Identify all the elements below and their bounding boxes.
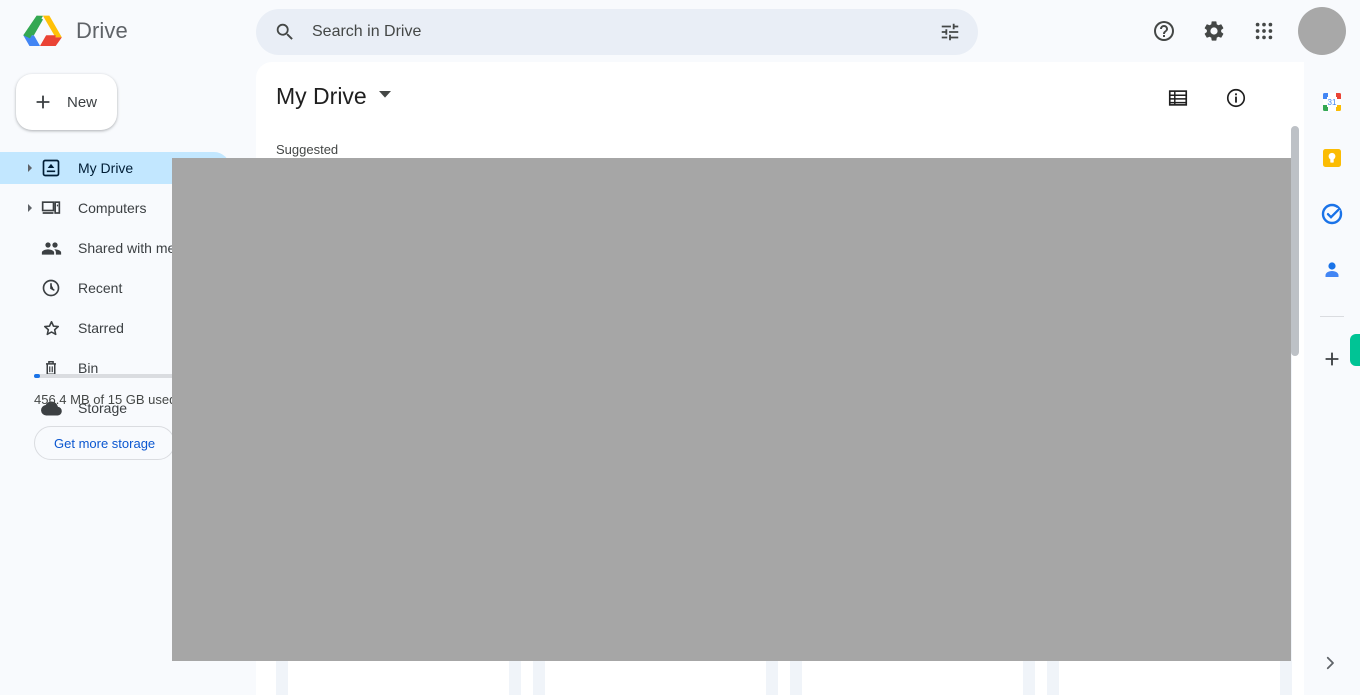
list-view-icon — [1168, 90, 1188, 106]
sidebar-item-label: My Drive — [78, 160, 134, 176]
thumb-table-cell — [959, 263, 1005, 283]
main-header: My Drive — [256, 62, 1304, 130]
google-drive-app: Drive Search in Drive New My Drive Compu… — [0, 0, 1360, 695]
thumb-text-line: Spreadsheet data row* — [358, 266, 414, 272]
thumb-table-cell — [1216, 263, 1262, 283]
thumb-table-cell: Aadhaar Number — [1084, 263, 1216, 283]
list-view-button[interactable] — [1156, 76, 1200, 120]
storage-progress-fill — [34, 374, 40, 378]
google-keep-icon — [1323, 149, 1341, 167]
clock-icon — [40, 277, 62, 299]
search-input[interactable] — [312, 23, 930, 41]
tune-filter-icon — [941, 23, 959, 41]
computer-icon — [40, 197, 62, 219]
brand-area[interactable]: Drive — [0, 13, 240, 49]
file-card[interactable]: Spreadsheet data row* — [276, 238, 521, 695]
file-card[interactable]: Aadhaar Number — [790, 238, 1035, 695]
thumb-table-cell: Aadhaar Number — [827, 263, 959, 283]
get-more-storage-button[interactable]: Get more storage — [34, 426, 176, 460]
google-drive-logo — [23, 15, 62, 46]
sidebar-item-starred[interactable]: Starred — [0, 312, 230, 344]
plus-icon — [1325, 352, 1339, 366]
google-tasks-button[interactable] — [1312, 194, 1352, 234]
expand-caret-icon[interactable] — [22, 204, 38, 212]
google-keep-button[interactable] — [1312, 138, 1352, 178]
accent-tab-indicator[interactable] — [1350, 334, 1360, 366]
view-controls — [1156, 76, 1258, 120]
thumb-doc-table: Aadhaar Number — [1083, 262, 1263, 284]
file-card[interactable]: Aadhaar Number — [1047, 238, 1292, 695]
thumb-accent-left — [302, 250, 358, 290]
thumb-accent-right — [439, 250, 495, 290]
right-side-panel: 31 — [1304, 62, 1360, 695]
sidebar-item-label: Computers — [78, 200, 147, 216]
people-icon — [40, 237, 62, 259]
top-actions — [1142, 0, 1346, 62]
sidebar-item-label: Starred — [78, 320, 124, 336]
google-contacts-icon — [1325, 262, 1339, 277]
gear-icon — [1204, 21, 1224, 41]
suggested-section-label: Suggested — [276, 142, 339, 157]
new-button[interactable]: New — [16, 74, 117, 130]
new-button-label: New — [67, 93, 98, 111]
google-tasks-icon — [1321, 203, 1343, 225]
sidebar-item-shared-with-me[interactable]: Shared with me — [0, 232, 230, 264]
chevron-down-icon — [378, 87, 391, 105]
file-card[interactable] — [533, 238, 778, 695]
settings-button[interactable] — [1192, 9, 1236, 53]
storage-section: 456.4 MB of 15 GB used Get more storage — [0, 374, 256, 460]
main-content: My Drive Suggested Spreadsheet data row*… — [256, 62, 1304, 695]
my-drive-icon — [40, 157, 62, 179]
calendar-day-number: 31 — [1328, 98, 1337, 107]
expand-panel-button[interactable] — [1312, 645, 1348, 681]
info-circle-icon — [1226, 88, 1246, 108]
main-scrollbar-thumb[interactable] — [1291, 126, 1299, 356]
page-title-dropdown[interactable]: My Drive — [276, 79, 399, 114]
chevron-right-icon — [1326, 656, 1334, 670]
avatar[interactable] — [1298, 7, 1346, 55]
sidebar-item-my-drive[interactable]: My Drive — [0, 152, 230, 184]
side-panel-divider — [1320, 316, 1344, 317]
google-apps-button[interactable] — [1242, 9, 1286, 53]
google-calendar-button[interactable]: 31 — [1312, 82, 1352, 122]
help-button[interactable] — [1142, 9, 1186, 53]
page-title: My Drive — [276, 82, 367, 109]
apps-grid-icon — [1255, 22, 1273, 40]
search-bar[interactable] — [256, 9, 978, 55]
top-bar: Drive — [0, 0, 1360, 62]
sidebar-item-computers[interactable]: Computers — [0, 192, 230, 224]
google-calendar-icon: 31 — [1323, 93, 1341, 111]
suggested-files-row: Spreadsheet data row* Aadhaar Number Aad… — [276, 238, 1292, 695]
brand-title: Drive — [76, 18, 128, 43]
plus-icon — [36, 95, 50, 109]
search-icon — [276, 23, 293, 40]
thumb-doc-table: Aadhaar Number — [826, 262, 1006, 284]
left-sidebar: New My Drive Computers Shared with me Re… — [0, 62, 256, 695]
google-contacts-button[interactable] — [1312, 250, 1352, 290]
main-scrollbar[interactable] — [1291, 120, 1299, 690]
sidebar-item-label: Shared with me — [78, 240, 176, 256]
storage-progress-track — [34, 374, 232, 378]
sidebar-item-label: Recent — [78, 280, 123, 296]
star-icon — [40, 317, 62, 339]
details-info-button[interactable] — [1214, 76, 1258, 120]
add-app-button[interactable] — [1312, 339, 1352, 379]
file-thumbnail: Spreadsheet data row* — [288, 250, 509, 695]
help-circle-icon — [1154, 21, 1174, 41]
search-filter-button[interactable] — [930, 12, 970, 52]
file-thumbnail: Aadhaar Number — [802, 250, 1023, 695]
sidebar-item-recent[interactable]: Recent — [0, 272, 230, 304]
expand-caret-icon[interactable] — [22, 164, 38, 172]
storage-used-text: 456.4 MB of 15 GB used — [34, 392, 177, 407]
file-thumbnail — [545, 250, 766, 695]
file-thumbnail: Aadhaar Number — [1059, 250, 1280, 695]
